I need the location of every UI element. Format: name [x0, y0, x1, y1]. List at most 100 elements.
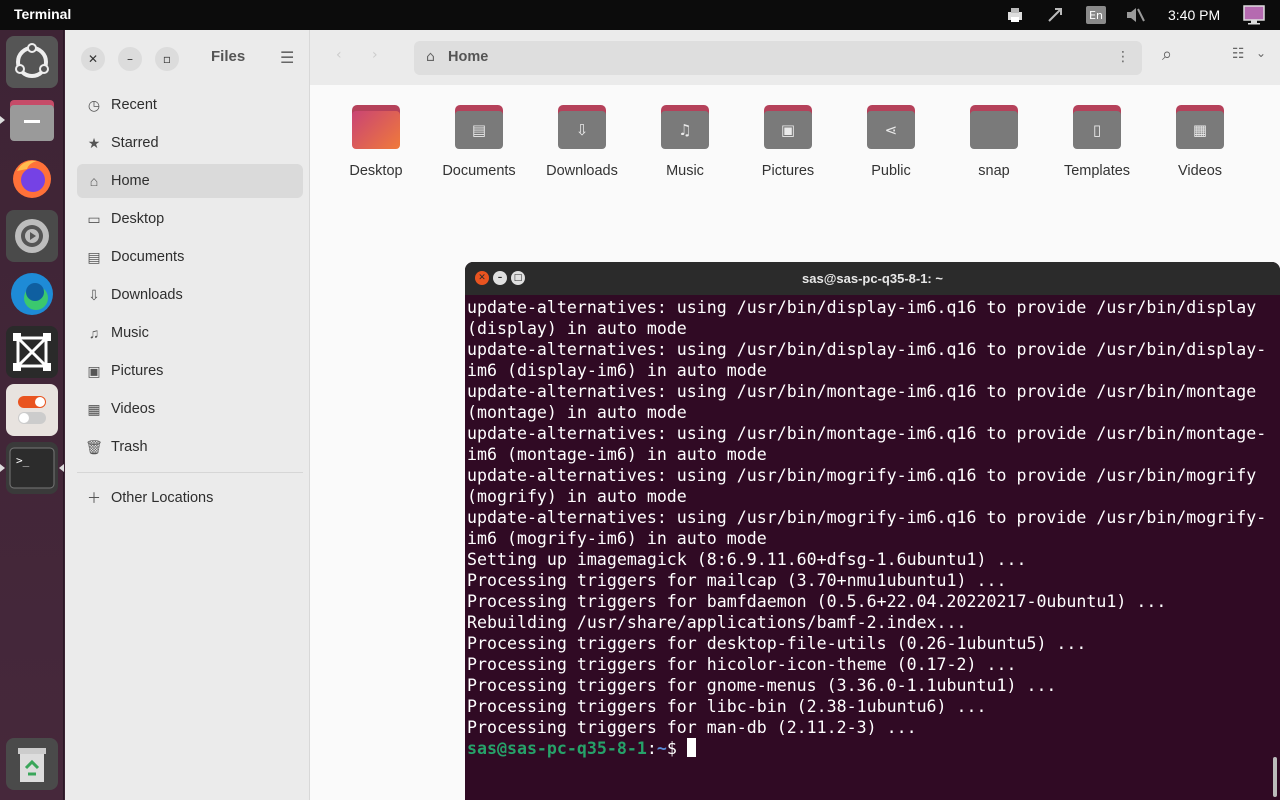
video-icon: ▦: [87, 400, 101, 417]
terminal-line: Processing triggers for desktop-file-uti…: [467, 634, 1087, 653]
folder-item-desktop[interactable]: Desktop: [326, 105, 426, 215]
folder-label: Videos: [1177, 163, 1223, 179]
search-icon[interactable]: ⌕: [1162, 44, 1172, 65]
back-icon[interactable]: ‹: [336, 47, 342, 63]
sidebar-item-music[interactable]: ♫ Music: [77, 316, 303, 350]
terminal-line: (display) in auto mode: [467, 319, 687, 338]
files-app-icon[interactable]: [0, 94, 58, 146]
maximize-button[interactable]: ▫: [155, 47, 179, 71]
sidebar-item-downloads[interactable]: ⇩ Downloads: [77, 278, 303, 312]
terminal-line: Rebuilding /usr/share/applications/bamf-…: [467, 613, 967, 632]
terminal-line: Processing triggers for hicolor-icon-the…: [467, 655, 1017, 674]
folder-item-videos[interactable]: ▦ Videos: [1150, 105, 1250, 215]
terminal-line: im6 (montage-im6) in auto mode: [467, 445, 767, 464]
minimize-button[interactable]: –: [118, 47, 142, 71]
terminal-line: Setting up imagemagick (8:6.9.11.60+dfsg…: [467, 550, 1027, 569]
folder-label: Templates: [1063, 163, 1131, 179]
system-app-icon[interactable]: [6, 326, 58, 378]
settings-icon[interactable]: [6, 210, 58, 262]
terminal-line: im6 (display-im6) in auto mode: [467, 361, 767, 380]
videos-folder-icon: ▦: [1176, 105, 1224, 149]
sidebar-divider: [77, 472, 303, 473]
trash-icon[interactable]: [6, 738, 58, 790]
clock[interactable]: 3:40 PM: [1168, 7, 1220, 23]
terminal-window[interactable]: ✕ – □ sas@sas-pc-q35-8-1: ~ update-alter…: [465, 262, 1280, 800]
files-header: ‹ › ⌂ Home ⋮ ⌕ ☷ ⌄: [310, 30, 1280, 85]
folder-label: Music: [666, 163, 704, 179]
terminal-app-icon[interactable]: >_: [0, 442, 64, 494]
volume-muted-icon[interactable]: [1124, 0, 1146, 30]
terminal-line: Processing triggers for bamfdaemon (0.5.…: [467, 592, 1167, 611]
desktop-icon: ▭: [87, 210, 101, 227]
folder-item-snap[interactable]: snap: [944, 105, 1044, 215]
terminal-output[interactable]: update-alternatives: using /usr/bin/disp…: [467, 297, 1272, 797]
active-app-name[interactable]: Terminal: [14, 6, 71, 22]
firefox-icon[interactable]: [6, 152, 58, 204]
sidebar-item-other-locations[interactable]: ＋ Other Locations: [77, 481, 303, 515]
terminal-title: sas@sas-pc-q35-8-1: ~: [802, 271, 943, 286]
terminal-line: update-alternatives: using /usr/bin/disp…: [467, 340, 1267, 359]
folder-item-templates[interactable]: ▯ Templates: [1047, 105, 1147, 215]
terminal-scrollbar[interactable]: [1273, 757, 1277, 797]
sidebar-item-label: Trash: [111, 439, 148, 455]
prompt-symbol: $: [666, 739, 687, 758]
network-icon[interactable]: [1044, 0, 1066, 30]
terminal-line: (mogrify) in auto mode: [467, 487, 687, 506]
terminal-titlebar[interactable]: ✕ – □ sas@sas-pc-q35-8-1: ~: [465, 262, 1280, 295]
folder-item-downloads[interactable]: ⇩ Downloads: [532, 105, 632, 215]
terminal-prompt-line[interactable]: sas@sas-pc-q35-8-1:~$: [467, 738, 1272, 759]
templates-folder-icon: ▯: [1073, 105, 1121, 149]
sidebar-item-documents[interactable]: ▤ Documents: [77, 240, 303, 274]
path-bar[interactable]: ⌂ Home ⋮: [414, 41, 1142, 75]
printer-icon[interactable]: [1004, 0, 1026, 30]
edge-icon[interactable]: [6, 268, 58, 320]
folder-item-music[interactable]: ♫ Music: [635, 105, 735, 215]
sidebar-item-label: Other Locations: [111, 490, 214, 506]
sidebar-item-pictures[interactable]: ▣ Pictures: [77, 354, 303, 388]
sidebar-item-starred[interactable]: ★ Starred: [77, 126, 303, 160]
trash-icon: 🗑: [85, 438, 103, 455]
home-icon: ⌂: [426, 49, 435, 65]
prompt-user: sas@sas-pc-q35-8-1: [467, 739, 647, 758]
terminal-line: Processing triggers for libc-bin (2.38-1…: [467, 697, 987, 716]
input-source-label: En: [1086, 6, 1106, 24]
sidebar-item-label: Starred: [111, 135, 159, 151]
list-view-icon[interactable]: ☷: [1232, 46, 1245, 62]
files-title: Files: [211, 48, 246, 65]
pictures-folder-icon: ▣: [764, 105, 812, 149]
folder-item-public[interactable]: ⋖ Public: [841, 105, 941, 215]
menu-icon[interactable]: ☰: [280, 48, 294, 67]
sidebar-item-label: Home: [111, 173, 150, 189]
folder-item-documents[interactable]: ▤ Documents: [429, 105, 529, 215]
sidebar-item-videos[interactable]: ▦ Videos: [77, 392, 303, 426]
tweaks-icon[interactable]: [6, 384, 58, 436]
sidebar-item-label: Documents: [111, 249, 185, 265]
chevron-down-icon[interactable]: ⌄: [1256, 46, 1266, 60]
star-icon: ★: [87, 134, 101, 151]
sidebar-item-trash[interactable]: 🗑 Trash: [77, 430, 303, 464]
sidebar-item-desktop[interactable]: ▭ Desktop: [77, 202, 303, 236]
ubuntu-logo-icon[interactable]: [6, 36, 58, 88]
music-icon: ♫: [88, 325, 100, 341]
downloads-folder-icon: ⇩: [558, 105, 606, 149]
system-menu-icon[interactable]: [1242, 0, 1266, 30]
sidebar-item-home[interactable]: ⌂ Home: [77, 164, 303, 198]
folder-label: Downloads: [546, 163, 618, 179]
dock: >_: [0, 30, 64, 800]
input-source-indicator[interactable]: En: [1085, 0, 1107, 30]
terminal-line: update-alternatives: using /usr/bin/mont…: [467, 424, 1267, 443]
text-cursor: [686, 738, 696, 757]
download-icon: ⇩: [88, 286, 100, 303]
folder-item-pictures[interactable]: ▣ Pictures: [738, 105, 838, 215]
terminal-line: im6 (mogrify-im6) in auto mode: [467, 529, 767, 548]
files-sidebar: ✕ – ▫ Files ☰ ◷ Recent ★ Starred ⌂ Home ▭ De…: [65, 30, 310, 800]
folder-label: Documents: [442, 163, 516, 179]
sidebar-item-recent[interactable]: ◷ Recent: [77, 88, 303, 122]
sidebar-item-label: Desktop: [111, 211, 165, 227]
more-options-icon[interactable]: ⋮: [1116, 49, 1130, 65]
top-bar: Terminal En 3:40 PM: [0, 0, 1280, 30]
path-label: Home: [448, 49, 489, 65]
close-button[interactable]: ✕: [81, 47, 105, 71]
forward-icon[interactable]: ›: [372, 47, 378, 63]
minimize-icon: –: [127, 52, 133, 66]
